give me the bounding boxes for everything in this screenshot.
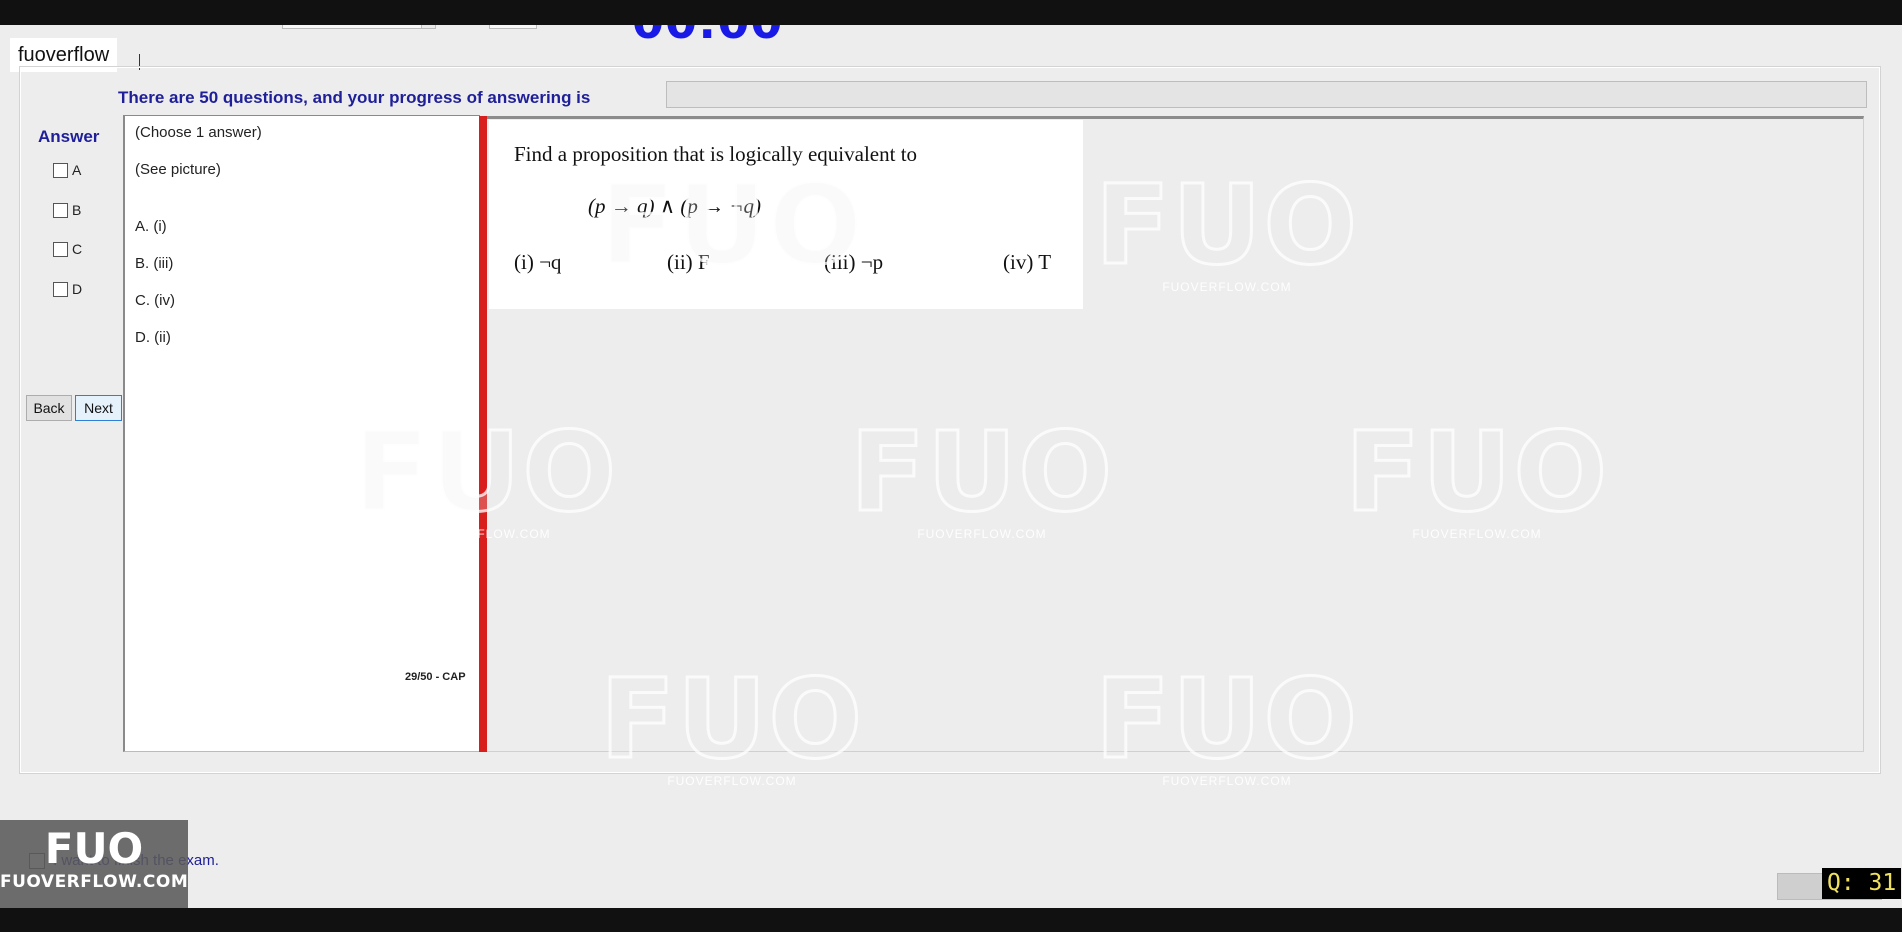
question-code: 29/50 - CAP [405,671,466,683]
answer-title: Answer [38,127,100,146]
answer-option-label: C [72,241,83,257]
question-choice-c: C. (iv) [135,292,175,309]
answer-option-label: A [72,162,82,178]
panel-splitter[interactable] [479,116,487,752]
question-image: Find a proposition that is logically equ… [489,120,1083,309]
question-instruction: (Choose 1 answer) [135,124,262,141]
question-image-prompt: Find a proposition that is logically equ… [514,142,918,166]
question-text-panel: (Choose 1 answer) (See picture) A. (i) B… [123,115,480,752]
logo-mark: FUO [44,824,144,873]
answer-checkbox-d[interactable] [53,281,68,297]
answer-checkbox-b[interactable] [53,202,68,218]
next-button[interactable]: Next [75,395,122,421]
exam-window: 00:00 fuoverflow There are 50 questions,… [0,25,1902,908]
combo-dropdown-button[interactable] [421,25,435,28]
progress-label: There are 50 questions, and your progres… [118,88,591,107]
question-image-option: (i) ¬q [514,250,562,274]
progress-bar [666,81,1867,108]
question-choice-d: D. (ii) [135,329,171,346]
question-image-option: (iii) ¬p [824,250,884,274]
answer-option-a[interactable]: A [53,162,81,178]
answer-option-label: B [72,202,82,218]
answer-checkbox-c[interactable] [53,241,68,257]
question-counter: Q: 31 [1822,868,1902,899]
fuoverflow-logo: FUO FUOVERFLOW.COM [0,820,188,908]
question-see-picture: (See picture) [135,161,221,178]
countdown-timer: 00:00 [632,25,783,49]
answer-option-label: D [72,281,83,297]
back-button[interactable]: Back [26,395,72,421]
watermark-text: FUOVERFLOW.COM [667,774,797,788]
answer-option-c[interactable]: C [53,241,82,257]
question-choice-a: A. (i) [135,218,167,235]
top-combo-box[interactable] [282,25,436,29]
top-spin-box[interactable] [489,25,537,29]
answer-option-d[interactable]: D [53,281,82,297]
logo-text: FUOVERFLOW.COM [0,872,189,892]
question-image-option: (ii) F [667,250,710,274]
answer-checkbox-a[interactable] [53,162,68,178]
watermark-text: FUOVERFLOW.COM [1162,774,1292,788]
question-image-formula: (p → q) ∧ (p → ¬q) [588,194,762,218]
question-image-option: (iv) T [1003,250,1052,274]
question-choice-b: B. (iii) [135,255,174,272]
answer-option-b[interactable]: B [53,202,81,218]
